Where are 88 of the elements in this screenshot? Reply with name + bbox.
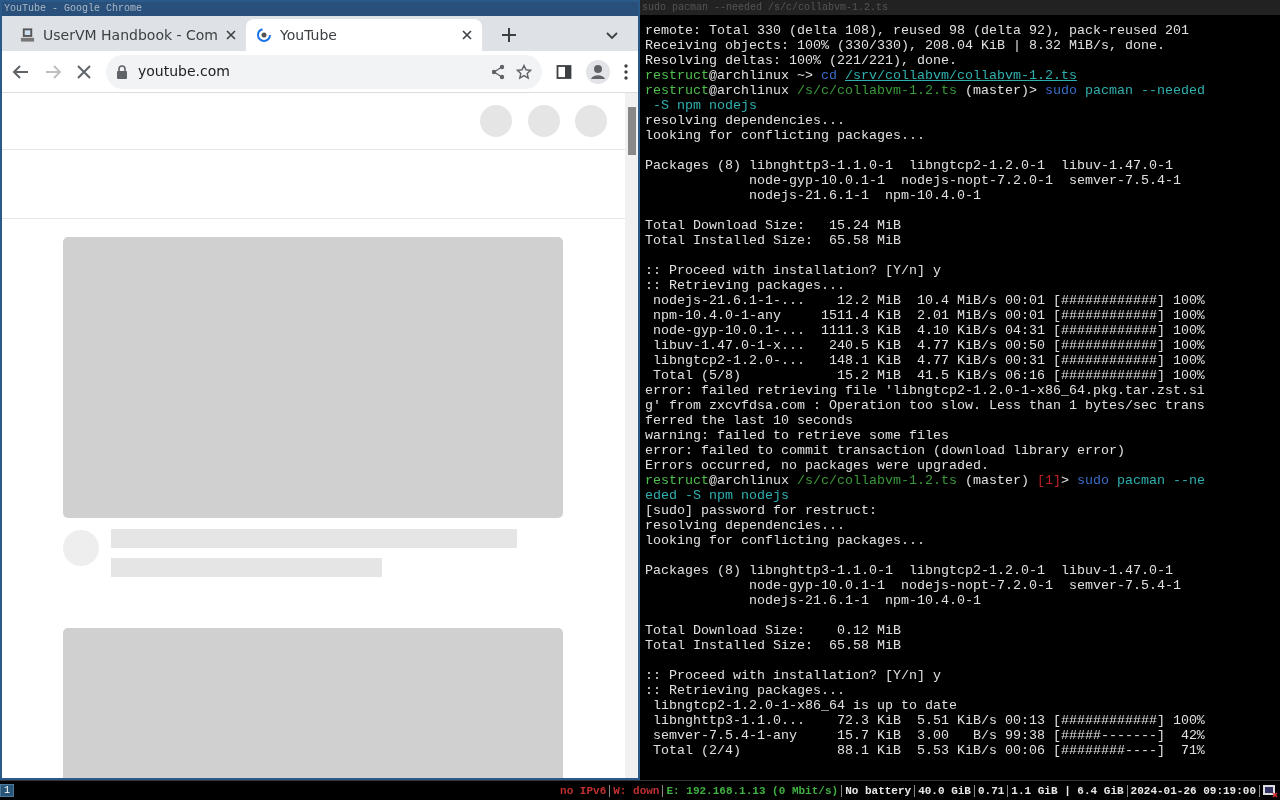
terminal-line: nodejs-21.6.1-1 npm-10.4.0-1 <box>747 593 982 608</box>
terminal-cmd: cd <box>821 68 838 83</box>
terminal-line: Total (2/4) 88.1 KiB 5.53 KiB/s 00:06 [########----] 71% <box>652 743 1206 758</box>
terminal-line: g' from zxcvfdsa.com : Operation too slow. Less than 1 bytes/sec trans <box>645 398 1206 413</box>
terminal-line: libuv-1.47.0-1-x... 240.5 KiB 4.77 KiB/s 00:50 [############] 100% <box>652 338 1206 353</box>
terminal-line: error: failed to commit transaction (download library error) <box>645 443 1126 458</box>
terminal-line: Errors occurred, no packages were upgraded. <box>645 458 990 473</box>
stop-button[interactable] <box>76 63 92 80</box>
browser-tab[interactable]: YouTube <box>246 19 482 51</box>
status-item: no IPv6 <box>559 784 608 797</box>
terminal-line: Total (5/8) 15.2 MiB 41.5 KiB/s 06:16 [############] 100% <box>652 368 1206 383</box>
terminal-line: libnghttp3-1.1.0... 72.3 KiB 5.51 KiB/s 00:13 [############] 100% <box>652 713 1206 728</box>
close-tab-icon[interactable] <box>226 30 236 40</box>
terminal-arg: pacman --needed <box>1083 83 1205 98</box>
terminal-line: :: Proceed with installation? [Y/n] y <box>645 668 942 683</box>
terminal-text: @archlinux ~> <box>709 68 814 83</box>
terminal-line: npm-10.4.0-1-any 1511.4 KiB 2.01 MiB/s 00:01 [############] 100% <box>652 308 1206 323</box>
terminal-user: restruct <box>645 68 709 83</box>
status-item: 40.0 GiB <box>917 784 972 797</box>
browser-tab[interactable]: UserVM Handbook - Com <box>10 19 246 51</box>
terminal-line: [sudo] password for restruct: <box>645 503 878 518</box>
terminal-path: /s/c/collabvm-1.2.ts <box>797 83 957 98</box>
terminal-path: /s/c/collabvm-1.2.ts <box>797 473 957 488</box>
terminal-line: libngtcp2-1.2.0-... 148.1 KiB 4.77 KiB/s 00:31 [############] 100% <box>652 353 1206 368</box>
terminal-text: @archlinux <box>709 83 790 98</box>
terminal-line: looking for conflicting packages... <box>645 128 926 143</box>
terminal-line: looking for conflicting packages... <box>645 533 926 548</box>
terminal-line: resolving dependencies... <box>645 518 846 533</box>
terminal-line: Packages (8) libnghttp3-1.1.0-1 libngtcp2-1.2.0-1 libuv-1.47.0-1 <box>645 158 1174 173</box>
placeholder-circle <box>528 105 560 137</box>
terminal-text: (master) <box>963 473 1030 488</box>
share-icon[interactable] <box>490 63 506 80</box>
address-bar[interactable]: youtube.com <box>106 54 542 89</box>
terminal-line: resolving dependencies... <box>645 113 846 128</box>
terminal-line: node-gyp-10.0.1-1 nodejs-nopt-7.2.0-1 semver-7.5.4-1 <box>747 578 1182 593</box>
back-button[interactable] <box>12 62 30 81</box>
terminal-line: :: Proceed with installation? [Y/n] y <box>645 263 942 278</box>
placeholder-circle <box>480 105 512 137</box>
terminal-line: nodejs-21.6.1-1 npm-10.4.0-1 <box>747 188 982 203</box>
new-tab-button[interactable] <box>502 28 516 42</box>
terminal-line: :: Retrieving packages... <box>645 278 846 293</box>
status-item: 2024-01-26 09:19:00 <box>1129 784 1257 797</box>
workspace-button[interactable]: 1 <box>0 784 14 797</box>
window-title: YouTube - Google Chrome <box>2 2 638 16</box>
terminal-line: Receiving objects: 100% (330/330), 208.04 KiB | 8.32 MiB/s, done. <box>645 38 1166 53</box>
tab-search-icon[interactable] <box>606 32 618 40</box>
star-icon[interactable] <box>516 63 532 80</box>
terminal-line: nodejs-21.6.1-1-... 12.2 MiB 10.4 MiB/s 00:01 [############] 100% <box>652 293 1206 308</box>
terminal-arg: pacman --ne <box>1115 473 1205 488</box>
terminal-line: Packages (8) libnghttp3-1.1.0-1 libngtcp2-1.2.0-1 libuv-1.47.0-1 <box>645 563 1174 578</box>
terminal-line: node-gyp-10.0.1-... 1111.3 KiB 4.10 KiB/s 04:31 [############] 100% <box>652 323 1206 338</box>
loading-icon <box>256 27 272 43</box>
terminal-text: (master)> <box>963 83 1038 98</box>
tray-icon[interactable] <box>1262 783 1278 798</box>
close-tab-icon[interactable] <box>462 30 472 40</box>
terminal-line: remote: Total 330 (delta 108), reused 98 (delta 92), pack-reused 201 <box>645 23 1190 38</box>
terminal-line: Total Download Size: 0.12 MiB <box>645 623 902 638</box>
status-item: 0.71 <box>976 784 1006 797</box>
computer-icon <box>20 27 36 43</box>
terminal-line: error: failed retrieving file 'libngtcp2-1.2.0-1-x86_64.pkg.tar.zst.si <box>645 383 1206 398</box>
terminal-user: restruct <box>645 83 709 98</box>
terminal-line: Total Installed Size: 65.58 MiB <box>645 638 902 653</box>
status-item: W: down <box>612 784 661 797</box>
placeholder-circle <box>575 105 607 137</box>
terminal-arg: eded -S npm nodejs <box>645 488 789 503</box>
profile-icon[interactable] <box>586 59 610 84</box>
terminal-line: semver-7.5.4-1-any 15.7 KiB 3.00 B/s 99:38 [#####-------] 42% <box>652 728 1206 743</box>
menu-icon[interactable] <box>624 63 628 80</box>
terminal-line: Total Download Size: 15.24 MiB <box>645 218 902 233</box>
status-item: E: 192.168.1.13 (0 Mbit/s) <box>665 784 840 797</box>
terminal-line: libngtcp2-1.2.0-1-x86_64 is up to date <box>652 698 958 713</box>
terminal-cmd: sudo <box>1044 83 1077 98</box>
terminal-line: node-gyp-10.0.1-1 nodejs-nopt-7.2.0-1 semver-7.5.4-1 <box>747 173 1182 188</box>
terminal-user: restruct <box>645 473 709 488</box>
terminal-cmd: sudo <box>1076 473 1109 488</box>
terminal-line: warning: failed to retrieve some files <box>645 428 950 443</box>
status-item: 1.1 GiB | 6.4 GiB <box>1010 784 1125 797</box>
terminal-text: @archlinux <box>709 473 790 488</box>
terminal-line: ferred the last 10 seconds <box>645 413 854 428</box>
terminal-text: > <box>1060 473 1070 488</box>
terminal-line: Total Installed Size: 65.58 MiB <box>645 233 902 248</box>
lock-icon <box>116 64 128 79</box>
terminal-line: :: Retrieving packages... <box>645 683 846 698</box>
terminal-line: Resolving deltas: 100% (221/221), done. <box>645 53 958 68</box>
status-item: No battery <box>844 784 913 797</box>
side-panel-icon[interactable] <box>556 63 572 80</box>
terminal-arg: -S npm nodejs <box>652 98 757 113</box>
terminal-status: [1] <box>1036 473 1061 488</box>
